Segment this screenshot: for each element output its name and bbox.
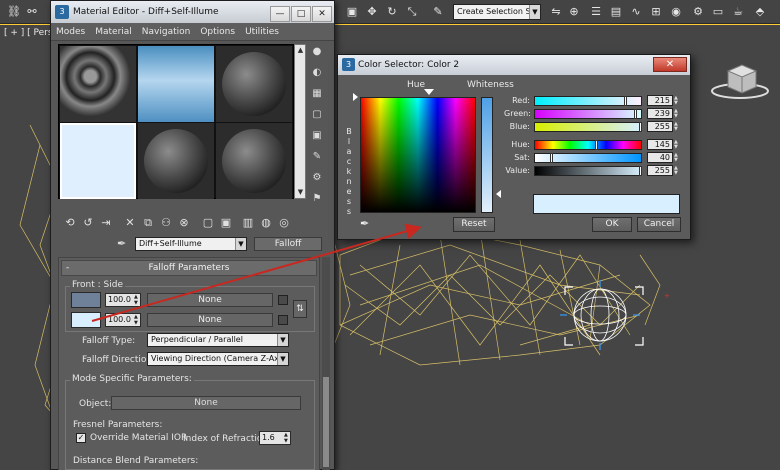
annotation-arrow — [91, 223, 422, 322]
